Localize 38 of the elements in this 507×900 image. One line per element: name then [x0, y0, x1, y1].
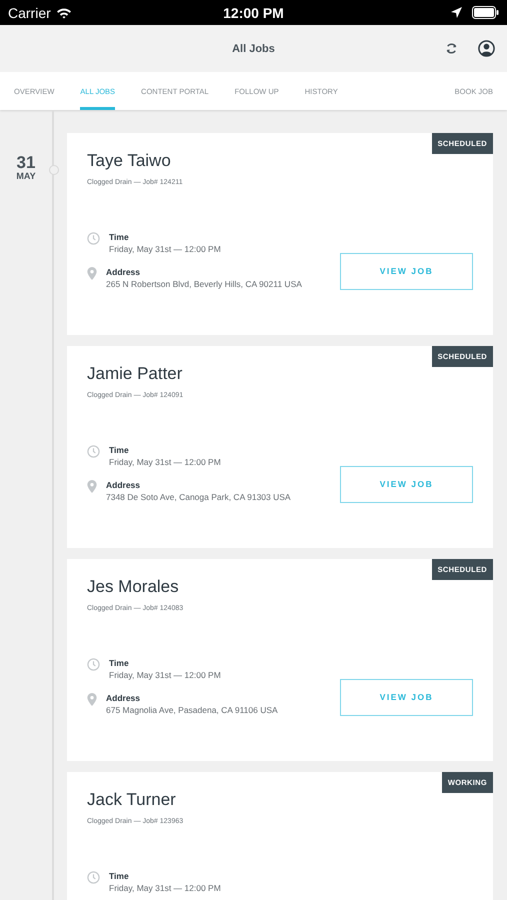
wifi-icon — [56, 6, 72, 18]
time-label: Time — [109, 871, 130, 881]
address-value: 265 N Robertson Blvd, Beverly Hills, CA 90211 USA — [106, 279, 302, 291]
clock-icon — [87, 871, 100, 884]
time-label: Time — [109, 445, 130, 455]
time-value: Friday, May 31st — 12:00 PM — [109, 670, 221, 682]
date-day: 31 — [16, 154, 36, 171]
address-value: 675 Magnolia Ave, Pasadena, CA 91106 USA — [106, 705, 278, 717]
date-month: MAY — [16, 171, 36, 181]
view-job-button[interactable]: VIEW JOB — [340, 252, 473, 290]
time-value: Friday, May 31st — 12:00 PM — [109, 883, 221, 894]
time-value: Friday, May 31st — 12:00 PM — [109, 244, 221, 256]
address-value: 7348 De Soto Ave, Canoga Park, CA 91303 USA — [106, 492, 291, 504]
customer-name: Taye Taiwo — [87, 151, 172, 171]
location-arrow-icon — [451, 7, 462, 18]
location-pin-icon — [87, 267, 97, 280]
customer-name: Jes Morales — [87, 577, 180, 597]
address-label: Address — [106, 693, 142, 704]
page-title: All Jobs — [232, 42, 275, 54]
address-label: Address — [106, 480, 142, 490]
time-label: Time — [109, 232, 130, 242]
customer-name: Jamie Patter — [87, 364, 184, 384]
view-job-button[interactable]: VIEW JOB — [340, 678, 473, 716]
account-icon[interactable] — [478, 40, 495, 57]
customer-name: Jack Turner — [87, 790, 177, 810]
status-time: 12:00 PM — [223, 4, 284, 20]
clock-icon — [87, 232, 100, 245]
time-label: Time — [109, 658, 130, 668]
location-pin-icon — [87, 480, 97, 494]
address-label: Address — [106, 267, 142, 278]
clock-icon — [87, 658, 100, 671]
clock-icon — [87, 445, 100, 458]
location-pin-icon — [87, 693, 97, 706]
battery-icon — [472, 6, 499, 19]
time-value: Friday, May 31st — 12:00 PM — [109, 457, 221, 468]
refresh-icon[interactable] — [445, 42, 458, 55]
view-job-button[interactable]: VIEW JOB — [340, 466, 473, 503]
carrier-label: Carrier — [8, 4, 51, 20]
